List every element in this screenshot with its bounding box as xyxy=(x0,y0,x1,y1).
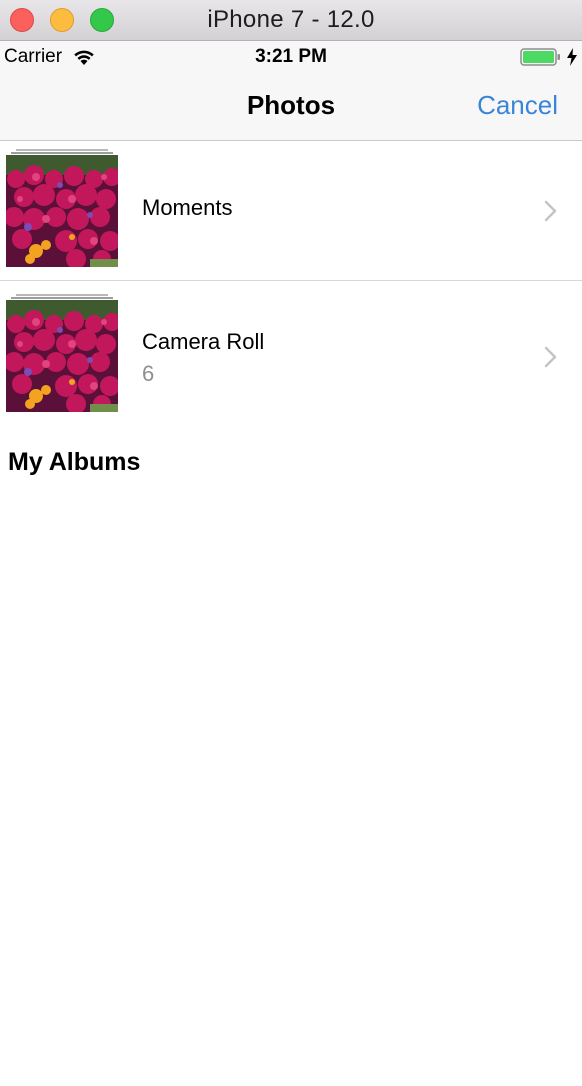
flower-photo-thumbnail xyxy=(6,155,118,267)
simulator-title-bar: iPhone 7 - 12.0 xyxy=(0,0,582,41)
status-bar: Carrier 3:21 PM xyxy=(0,41,582,73)
row-divider xyxy=(0,280,582,281)
status-time: 3:21 PM xyxy=(255,46,327,67)
window-title: iPhone 7 - 12.0 xyxy=(207,6,375,33)
album-name: Camera Roll xyxy=(142,329,265,354)
album-count: 6 xyxy=(142,361,155,386)
album-row-camera-roll[interactable]: Camera Roll 6 xyxy=(0,282,582,422)
charging-bolt-icon xyxy=(567,48,577,66)
album-name: Moments xyxy=(142,195,233,220)
battery-icon xyxy=(520,48,560,66)
album-thumbnail xyxy=(6,149,118,267)
album-thumbnail xyxy=(6,294,118,412)
chevron-right-icon xyxy=(544,346,557,368)
chevron-right-icon xyxy=(544,200,557,222)
album-row-moments[interactable]: Moments xyxy=(0,141,582,281)
cancel-button[interactable]: Cancel xyxy=(477,90,558,121)
my-albums-header: My Albums xyxy=(8,448,141,476)
navigation-bar: Photos Cancel xyxy=(0,73,582,141)
flower-photo-thumbnail xyxy=(6,300,118,412)
